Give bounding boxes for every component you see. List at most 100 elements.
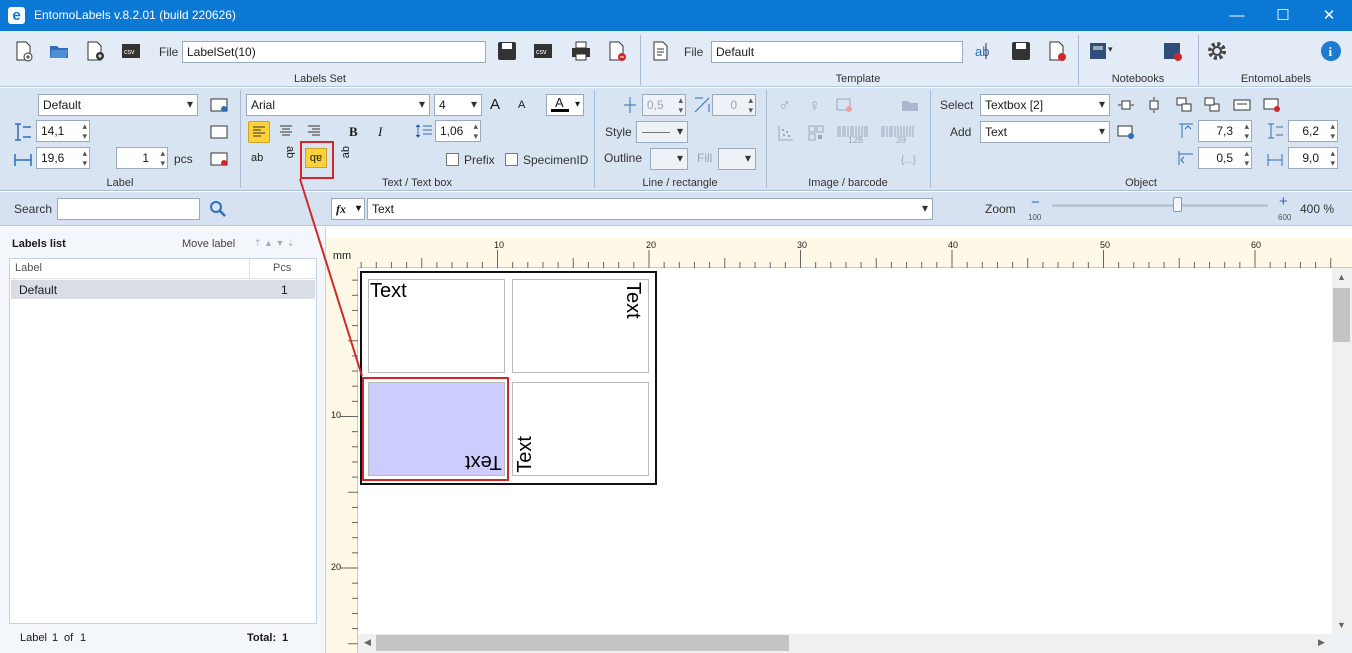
template-file-input[interactable]: Default [711, 41, 963, 63]
maximize-button[interactable]: ☐ [1260, 0, 1306, 31]
delete-file-icon[interactable] [606, 40, 628, 62]
corner-radius-input[interactable]: 0 [712, 94, 756, 116]
fill-color-select[interactable] [718, 148, 756, 170]
barcode-128-icon[interactable]: 128 [836, 124, 870, 145]
column-header-pcs[interactable]: Pcs [273, 262, 291, 274]
label-select[interactable]: Default [38, 94, 198, 116]
formula-function-button[interactable]: fx ▾ [331, 198, 365, 220]
object-move-horizontal-icon[interactable] [1116, 95, 1138, 117]
line-style-select[interactable] [636, 121, 688, 143]
object-left-input[interactable]: 0,5 [1198, 147, 1252, 169]
vertical-scroll-thumb[interactable] [1333, 288, 1350, 342]
bring-forward-icon[interactable] [1174, 95, 1196, 117]
text-orientation-90-icon[interactable]: ab [284, 146, 296, 158]
label-frame-icon[interactable] [208, 121, 230, 143]
notebook-icon[interactable]: ▾ [1088, 40, 1113, 62]
csv-import-icon[interactable]: csv [120, 40, 142, 62]
add-page-icon[interactable] [84, 40, 106, 62]
label-properties-icon[interactable] [208, 94, 230, 116]
textbox[interactable]: Text [621, 282, 644, 319]
text-orientation-270-icon[interactable]: ab [340, 146, 352, 158]
close-button[interactable]: ✕ [1306, 0, 1352, 31]
object-height-input[interactable]: 6,2 [1288, 120, 1338, 142]
object-top-input[interactable]: 7,3 [1198, 120, 1252, 142]
label-width-input[interactable]: 19,6 [36, 147, 90, 169]
column-header-label[interactable]: Label [15, 262, 42, 274]
font-size-select[interactable]: 4 [434, 94, 482, 116]
barcode-39-icon[interactable]: 39 [880, 124, 916, 145]
send-backward-icon[interactable] [1202, 95, 1224, 117]
template-delete-icon[interactable] [1046, 40, 1068, 62]
new-file-icon[interactable] [12, 40, 34, 62]
search-input[interactable] [57, 198, 200, 220]
field-braces-icon[interactable]: {...} [901, 155, 916, 166]
object-width-input[interactable]: 9,0 [1288, 147, 1338, 169]
font-color-picker[interactable]: A ▾ [546, 94, 584, 116]
scroll-up-icon[interactable]: ▲ [1337, 272, 1346, 282]
prefix-checkbox[interactable] [446, 153, 459, 166]
table-row[interactable]: Default 1 [11, 280, 315, 299]
zoom-slider-thumb[interactable] [1173, 197, 1183, 212]
scroll-down-icon[interactable]: ▼ [1337, 620, 1346, 630]
zoom-in-button[interactable]: + [1279, 193, 1288, 210]
male-symbol-icon[interactable]: ♂ [778, 96, 791, 116]
label-cell[interactable]: Text [512, 279, 649, 373]
textbox[interactable]: Text [465, 450, 502, 473]
info-icon[interactable]: i [1320, 40, 1342, 62]
settings-gear-icon[interactable] [1206, 40, 1228, 62]
scroll-right-icon[interactable]: ▶ [1318, 637, 1325, 648]
labels-set-file-input[interactable]: LabelSet(10) [182, 41, 486, 63]
label-delete-icon[interactable] [208, 148, 230, 170]
spell-check-icon[interactable]: ab [974, 40, 996, 62]
qr-code-icon[interactable] [806, 123, 828, 145]
add-object-select[interactable]: Text [980, 121, 1110, 143]
vertical-scrollbar[interactable]: ▲ ▼ [1332, 268, 1352, 634]
formula-input[interactable]: Text [367, 198, 933, 220]
align-center-icon[interactable] [276, 121, 298, 143]
label-pcs-input[interactable]: 1 [116, 147, 168, 169]
bold-button[interactable]: B [349, 124, 358, 140]
font-select[interactable]: Arial [246, 94, 430, 116]
grow-font-icon[interactable]: A [490, 96, 500, 113]
datamatrix-icon[interactable] [776, 123, 798, 145]
outline-color-select[interactable] [650, 148, 688, 170]
label-cell-selected[interactable]: Text [368, 382, 505, 476]
align-left-icon[interactable] [248, 121, 270, 143]
textbox[interactable]: Text [370, 280, 407, 303]
new-template-icon[interactable] [650, 40, 672, 62]
specimen-id-checkbox[interactable] [505, 153, 518, 166]
add-object-icon[interactable] [1116, 122, 1138, 144]
print-icon[interactable] [570, 40, 592, 62]
move-label-arrows[interactable]: ⇡ ▲ ▼ ⇣ [254, 238, 294, 249]
label-cell[interactable]: Text [368, 279, 505, 373]
save-icon[interactable] [496, 40, 518, 62]
object-select[interactable]: Textbox [2] [980, 94, 1110, 116]
open-folder-icon[interactable] [48, 40, 70, 62]
horizontal-scroll-thumb[interactable] [376, 635, 789, 651]
minimize-button[interactable]: — [1214, 0, 1260, 31]
shrink-font-icon[interactable]: A [518, 99, 525, 111]
template-save-icon[interactable] [1010, 40, 1032, 62]
align-right-icon[interactable] [304, 121, 326, 143]
search-icon[interactable] [208, 199, 228, 222]
scroll-left-icon[interactable]: ◀ [364, 637, 371, 648]
line-width-input[interactable]: 0,5 [642, 94, 686, 116]
text-orientation-normal-icon[interactable]: ab [251, 152, 263, 164]
object-copy-icon[interactable] [1232, 95, 1254, 117]
textbox[interactable]: Text [514, 436, 537, 473]
image-frame-icon[interactable] [834, 95, 856, 117]
label-height-input[interactable]: 14,1 [36, 120, 90, 142]
line-spacing-input[interactable]: 1,06 [435, 120, 481, 142]
object-delete-icon[interactable] [1262, 95, 1284, 117]
zoom-slider-track[interactable] [1052, 204, 1268, 207]
label-cell[interactable]: Text [512, 382, 649, 476]
female-symbol-icon[interactable]: ♀ [808, 96, 821, 116]
object-move-vertical-icon[interactable] [1144, 95, 1166, 117]
notebook-delete-icon[interactable] [1162, 40, 1184, 62]
text-group-label: Text / Text box [381, 177, 453, 189]
horizontal-scrollbar[interactable]: ◀ ▶ [358, 634, 1332, 653]
csv-export-icon[interactable]: csv [532, 40, 554, 62]
italic-button[interactable]: I [378, 124, 382, 140]
folder-image-icon[interactable] [900, 95, 922, 117]
zoom-out-button[interactable]: − [1031, 194, 1040, 211]
